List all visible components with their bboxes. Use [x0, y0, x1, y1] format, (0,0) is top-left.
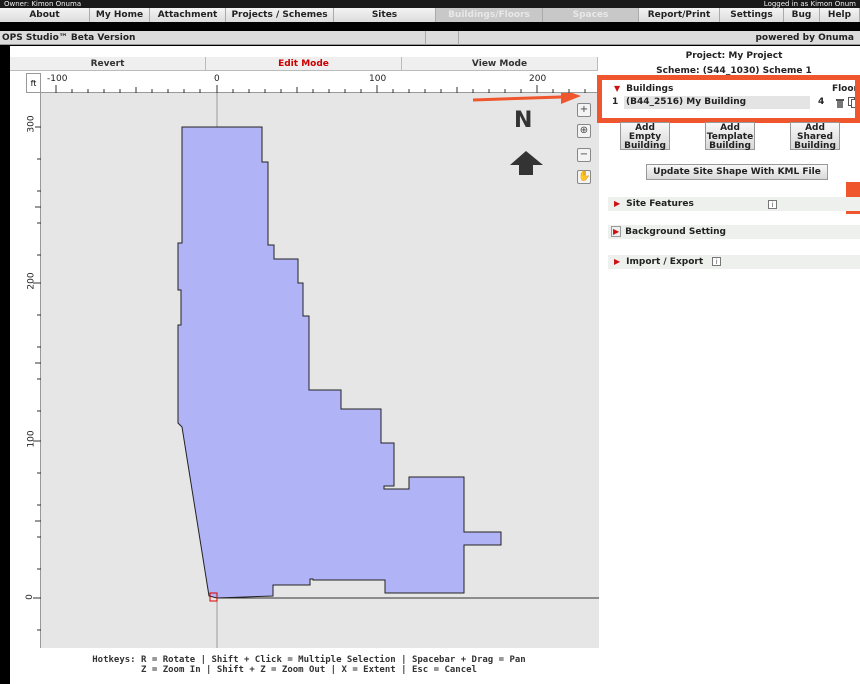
add-shared-building-button[interactable]: Add Shared Building [790, 122, 840, 151]
view-mode-tab[interactable]: View Mode [402, 57, 598, 70]
ruler-left: 300 200 100 0 [24, 93, 41, 648]
logged-in-label: Logged in as Kimon Onum [763, 0, 856, 8]
title-bar: OPS Studio™ Beta Version powered by Onum… [0, 31, 860, 45]
y-tick-label: 100 [26, 430, 37, 448]
info-icon[interactable]: i [768, 200, 777, 209]
ruler-left-ticks [33, 126, 41, 631]
highlight-box [597, 75, 860, 123]
collapsed-triangle-icon: ▶ [614, 199, 621, 208]
site-canvas[interactable]: N + ⊕ − ✋ [41, 93, 599, 648]
y-tick-label: 0 [24, 594, 35, 600]
menu-attachment[interactable]: Attachment [150, 8, 226, 22]
menu-report-print[interactable]: Report/Print [639, 8, 720, 22]
menu-settings[interactable]: Settings [720, 8, 784, 22]
mode-tabs: Revert Edit Mode View Mode [10, 57, 598, 71]
hotkeys-line-1: Hotkeys: R = Rotate | Shift + Click = Mu… [92, 655, 526, 665]
menu-projects-schemes[interactable]: Projects / Schemes [226, 8, 334, 22]
menu-buildings-floors[interactable]: Buildings/Floors [436, 8, 543, 22]
update-site-kml-button[interactable]: Update Site Shape With KML File [646, 164, 828, 180]
collapsed-triangle-icon: ▶ [614, 257, 621, 266]
project-title: Project: My Project [685, 51, 783, 61]
app-root: { "top": { "owner": "Owner: Kimon Onuma"… [0, 0, 860, 684]
add-template-building-button[interactable]: Add Template Building [705, 122, 755, 151]
background-setting-label: Background Setting [625, 227, 726, 237]
y-tick-label: 300 [26, 115, 37, 133]
hotkeys-line-2: Z = Zoom In | Shift + Z = Zoom Out | X =… [141, 665, 477, 675]
x-tick-label: 200 [529, 74, 547, 84]
callout-arrow [472, 95, 562, 102]
edit-mode-tab[interactable]: Edit Mode [206, 57, 402, 70]
x-tick-label: 0 [214, 74, 220, 84]
background-setting-section[interactable]: ▶ Background Setting [608, 225, 860, 239]
menu-sites[interactable]: Sites [334, 8, 436, 22]
ruler-unit: ft [26, 73, 41, 93]
menu-about[interactable]: About [0, 8, 90, 22]
info-icon[interactable]: i [712, 257, 722, 266]
hotkeys-help: Hotkeys: R = Rotate | Shift + Click = Mu… [10, 655, 608, 675]
zoom-out-icon[interactable]: − [577, 148, 591, 162]
import-export-label: Import / Export [626, 257, 704, 267]
add-empty-building-button[interactable]: Add Empty Building [620, 122, 670, 151]
ruler-top: -100 0 100 200 [41, 73, 599, 93]
site-features-label: Site Features [626, 199, 694, 209]
menu-spaces[interactable]: Spaces [543, 8, 639, 22]
owner-strip: Owner: Kimon Onuma Logged in as Kimon On… [0, 0, 860, 8]
site-drawing[interactable] [41, 93, 599, 648]
x-tick-label: 100 [369, 74, 387, 84]
north-label: N [514, 108, 533, 133]
ruler-top-ticks [55, 85, 586, 93]
y-tick-label: 200 [26, 272, 37, 290]
pan-hand-icon[interactable]: ✋ [577, 170, 591, 184]
building-footprint[interactable] [177, 126, 502, 599]
collapsed-triangle-icon: ▶ [611, 226, 622, 237]
app-title: OPS Studio™ Beta Version [2, 33, 136, 43]
menu-my-home[interactable]: My Home [90, 8, 150, 22]
menu-help[interactable]: Help [820, 8, 860, 22]
import-export-section[interactable]: ▶ Import / Export i [608, 255, 860, 269]
powered-by: powered by Onuma [755, 33, 854, 43]
owner-label: Owner: Kimon Onuma [4, 0, 82, 8]
menu-bug[interactable]: Bug [784, 8, 820, 22]
zoom-in-icon[interactable]: + [577, 103, 591, 117]
revert-button[interactable]: Revert [10, 57, 206, 70]
scheme-title: Scheme: (S44_1030) Scheme 1 [656, 66, 812, 75]
x-tick-label: -100 [47, 74, 68, 84]
zoom-extent-icon[interactable]: ⊕ [577, 124, 591, 138]
title-divider [458, 31, 459, 45]
title-divider [425, 31, 426, 45]
north-arrow-icon [510, 151, 543, 175]
site-features-section[interactable]: ▶ Site Features i [608, 197, 860, 211]
main-menu: About My Home Attachment Projects / Sche… [0, 8, 860, 22]
